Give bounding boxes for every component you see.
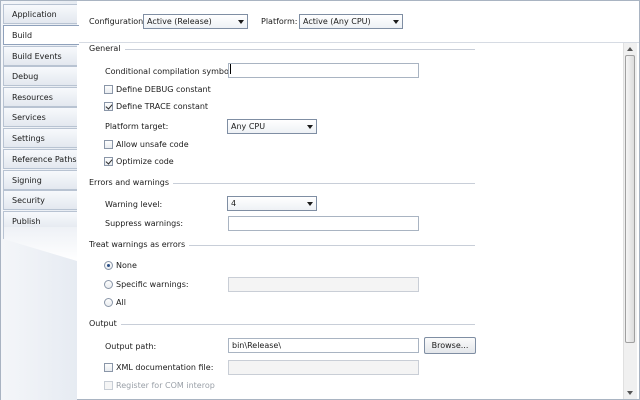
general-section-title: General [89, 44, 125, 53]
tab-security[interactable]: Security [3, 190, 77, 210]
warning-level-dropdown[interactable]: 4 [227, 196, 317, 211]
tab-services[interactable]: Services [3, 107, 77, 127]
output-section-title: Output [89, 319, 121, 328]
conditional-symbols-input[interactable] [228, 63, 419, 78]
output-divider [89, 324, 475, 325]
optimize-code-checkbox[interactable] [104, 157, 113, 166]
scrollbar-thumb[interactable] [625, 55, 635, 343]
output-path-label: Output path: [105, 342, 157, 351]
define-trace-checkbox[interactable] [104, 102, 113, 111]
platform-label: Platform: [261, 17, 298, 26]
treat-none-label: None [116, 261, 137, 270]
define-trace-label: Define TRACE constant [116, 102, 209, 111]
tab-signing[interactable]: Signing [3, 170, 77, 190]
conditional-symbols-label: Conditional compilation symbols: [105, 67, 238, 76]
chevron-down-icon [238, 20, 244, 24]
configuration-dropdown[interactable]: Active (Release) [143, 14, 248, 29]
platform-target-dropdown[interactable]: Any CPU [227, 119, 317, 134]
treat-specific-radio[interactable] [104, 280, 113, 289]
treat-all-radio[interactable] [104, 298, 113, 307]
define-debug-label: Define DEBUG constant [116, 85, 211, 94]
com-interop-label: Register for COM interop [116, 381, 215, 390]
chevron-down-icon [393, 20, 399, 24]
general-divider [89, 49, 475, 50]
treat-specific-label: Specific warnings: [116, 280, 189, 289]
suppress-warnings-label: Suppress warnings: [105, 219, 184, 228]
sidebar: Application Build Build Events Debug Res… [1, 1, 79, 400]
allow-unsafe-checkbox[interactable] [104, 140, 113, 149]
configuration-label: Configuration: [89, 17, 146, 26]
tab-build[interactable]: Build [3, 25, 79, 45]
platform-target-label: Platform target: [105, 122, 169, 131]
allow-unsafe-label: Allow unsafe code [116, 140, 189, 149]
output-path-input[interactable] [228, 338, 419, 353]
scroll-up-icon[interactable] [627, 47, 633, 51]
chevron-down-icon [307, 125, 313, 129]
tab-settings[interactable]: Settings [3, 128, 77, 148]
warning-level-label: Warning level: [105, 200, 163, 209]
configuration-value: Active (Release) [147, 17, 212, 26]
platform-dropdown[interactable]: Active (Any CPU) [299, 14, 403, 29]
tab-build-events[interactable]: Build Events [3, 46, 77, 66]
tab-resources[interactable]: Resources [3, 87, 77, 107]
specific-warnings-input[interactable] [228, 277, 419, 292]
scroll-down-icon[interactable] [627, 391, 633, 395]
chevron-down-icon [307, 202, 313, 206]
warning-level-value: 4 [231, 199, 237, 208]
browse-button[interactable]: Browse... [424, 337, 476, 354]
xml-doc-label: XML documentation file: [116, 363, 214, 372]
tab-reference-paths[interactable]: Reference Paths [3, 149, 77, 169]
xml-doc-checkbox[interactable] [104, 363, 113, 372]
suppress-warnings-input[interactable] [228, 216, 419, 231]
treat-none-radio[interactable] [104, 261, 113, 270]
treat-warnings-section-title: Treat warnings as errors [89, 240, 190, 249]
optimize-code-label: Optimize code [116, 157, 174, 166]
platform-value: Active (Any CPU) [303, 17, 371, 26]
tab-application[interactable]: Application [3, 4, 77, 24]
com-interop-checkbox [104, 381, 113, 390]
errors-section-title: Errors and warnings [89, 178, 174, 187]
define-debug-checkbox[interactable] [104, 85, 113, 94]
platform-target-value: Any CPU [231, 122, 266, 131]
treat-all-label: All [116, 298, 126, 307]
xml-doc-input[interactable] [228, 360, 419, 375]
text-caret [230, 64, 231, 74]
tab-debug[interactable]: Debug [3, 66, 77, 86]
